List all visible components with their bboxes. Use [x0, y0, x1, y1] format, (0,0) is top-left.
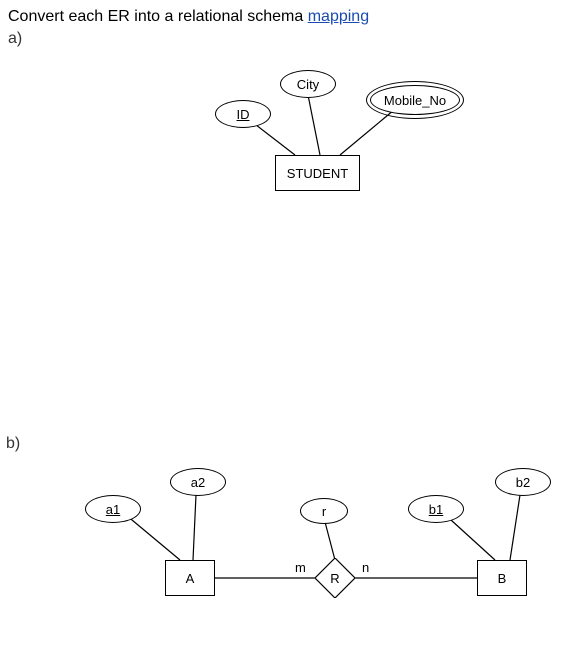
heading-link: mapping [308, 8, 369, 25]
cardinality-n: n [362, 560, 369, 575]
attribute-city: City [280, 70, 336, 98]
part-b-label: b) [6, 435, 20, 453]
entity-student-label: STUDENT [287, 166, 348, 181]
attribute-b1-label: b1 [429, 502, 443, 517]
cardinality-m: m [295, 560, 306, 575]
part-a-label: a) [8, 30, 22, 48]
attribute-city-label: City [297, 77, 319, 92]
attribute-id-label: ID [237, 107, 250, 122]
entity-a: A [165, 560, 215, 596]
relationship-r-label: R [330, 571, 339, 586]
relationship-r: R [315, 558, 355, 598]
page-heading: Convert each ER into a relational schema… [8, 8, 369, 26]
diagram-a-connectors [0, 0, 582, 300]
attribute-a2-label: a2 [191, 475, 205, 490]
entity-b: B [477, 560, 527, 596]
attribute-b2: b2 [495, 468, 551, 496]
attribute-r-label: r [322, 504, 326, 519]
entity-a-label: A [186, 571, 195, 586]
attribute-id: ID [215, 100, 271, 128]
attribute-a1: a1 [85, 495, 141, 523]
attribute-a2: a2 [170, 468, 226, 496]
entity-student: STUDENT [275, 155, 360, 191]
attribute-a1-label: a1 [106, 502, 120, 517]
attribute-b1: b1 [408, 495, 464, 523]
attribute-mobile-no-label: Mobile_No [384, 93, 446, 108]
attribute-b2-label: b2 [516, 475, 530, 490]
entity-b-label: B [498, 571, 507, 586]
attribute-mobile-no: Mobile_No [370, 85, 460, 115]
attribute-r: r [300, 498, 348, 524]
heading-text: Convert each ER into a relational schema [8, 8, 308, 25]
